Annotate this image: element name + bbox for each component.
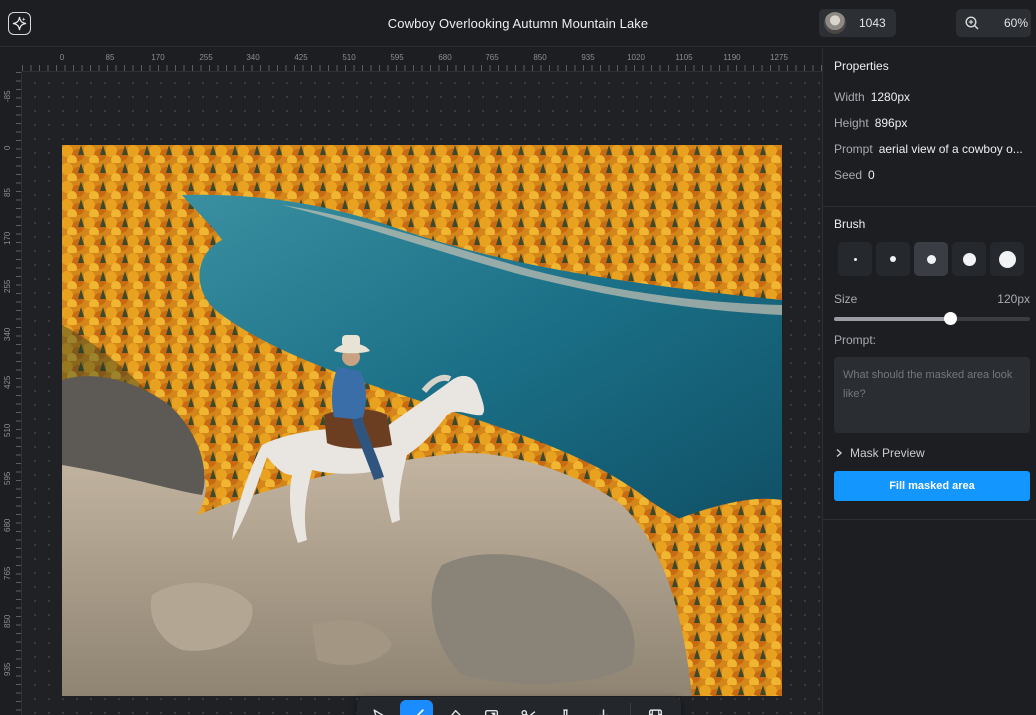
ruler-label: 1020	[627, 53, 645, 62]
prompt-field-label: Prompt:	[834, 333, 877, 347]
size-slider-thumb[interactable]	[944, 312, 957, 325]
mask-preview-toggle[interactable]: Mask Preview	[834, 446, 925, 460]
user-credits-chip[interactable]: 1043	[819, 9, 896, 37]
height-label: Height	[834, 116, 869, 130]
chevron-right-icon	[836, 448, 843, 458]
horizontal-ruler: 0 85 170 255 340 425 510 595 680 765 850…	[22, 48, 822, 72]
ruler-label: 0	[59, 53, 65, 62]
film-icon	[649, 708, 663, 715]
zoom-level: 60%	[1004, 16, 1029, 30]
ruler-label: 85	[105, 53, 115, 62]
size-slider[interactable]	[834, 317, 1030, 321]
select-icon	[373, 708, 385, 715]
ruler-label: 1275	[770, 53, 788, 62]
crop-icon	[484, 709, 498, 715]
ruler-label: 850	[533, 53, 547, 62]
eraser-icon	[450, 709, 461, 715]
credits-count: 1043	[859, 16, 886, 30]
properties-panel: Properties Width 1280px Height 896px Promp…	[822, 48, 1036, 715]
flask-icon	[563, 708, 569, 715]
ruler-label: -85	[3, 90, 12, 102]
cut-tool-button[interactable]	[512, 700, 545, 715]
size-value: 120px	[997, 292, 1030, 306]
seed-row: Seed 0	[834, 168, 875, 182]
brush-dot-icon	[926, 254, 936, 264]
ruler-label: 425	[3, 375, 12, 389]
generated-image[interactable]	[62, 145, 782, 696]
scissors-icon	[521, 709, 536, 715]
vertical-ruler: -85 0 85 170 255 340 425 510 595 680 765…	[0, 72, 22, 715]
size-label: Size	[834, 292, 858, 306]
brush-dot-icon	[998, 250, 1016, 268]
mask-prompt-input[interactable]	[834, 357, 1030, 433]
ruler-label: 680	[3, 518, 12, 532]
toolbar-divider	[630, 703, 632, 715]
ruler-label: 170	[151, 53, 165, 62]
ruler-label: 1105	[675, 53, 693, 62]
brush-tool-button[interactable]	[400, 699, 434, 715]
canvas-area[interactable]: 0 85 170 255 340 425 510 595 680 765 850…	[0, 48, 822, 715]
brush-size-l[interactable]	[952, 242, 986, 276]
fill-masked-area-button[interactable]: Fill masked area	[834, 471, 1030, 501]
ruler-label: 765	[485, 53, 499, 62]
ruler-label: 425	[294, 53, 308, 62]
ruler-label: 255	[3, 279, 12, 293]
brush-size-xl[interactable]	[990, 242, 1024, 276]
ruler-label: 595	[3, 471, 12, 485]
ruler-label: 340	[246, 53, 260, 62]
width-value: 1280px	[870, 90, 911, 104]
brush-title: Brush	[834, 217, 866, 231]
divider	[823, 206, 1036, 207]
ruler-label: 510	[342, 53, 356, 62]
ruler-label: 1190	[723, 53, 741, 62]
ruler-label: 0	[3, 145, 12, 150]
size-row: Size 120px	[834, 292, 1030, 306]
ruler-label: 595	[390, 53, 404, 62]
height-row: Height 896px	[834, 116, 907, 130]
brush-icon	[416, 708, 425, 715]
download-icon	[599, 708, 608, 715]
ruler-label: 170	[3, 231, 12, 245]
brush-size-presets	[838, 242, 1028, 276]
ruler-label: 255	[199, 53, 213, 62]
brush-size-s[interactable]	[876, 242, 910, 276]
seed-label: Seed	[834, 168, 863, 182]
select-tool-button[interactable]	[363, 700, 396, 715]
seed-value: 0	[868, 168, 875, 182]
ruler-label: 85	[3, 188, 12, 197]
brush-dot-icon	[890, 256, 896, 262]
ruler-corner	[0, 48, 22, 72]
width-row: Width 1280px	[834, 90, 910, 104]
prompt-label: Prompt	[834, 142, 873, 156]
ruler-label: 935	[581, 53, 595, 62]
crop-tool-button[interactable]	[475, 700, 508, 715]
bottom-toolbar	[357, 697, 681, 715]
prompt-row: Prompt aerial view of a cowboy o...	[834, 142, 1023, 156]
brush-size-xs[interactable]	[838, 242, 872, 276]
brush-size-m[interactable]	[914, 242, 948, 276]
mask-preview-label: Mask Preview	[850, 446, 925, 460]
film-tool-button[interactable]	[639, 700, 672, 715]
brush-dot-icon	[962, 252, 976, 266]
ruler-label: 850	[3, 614, 12, 628]
eraser-tool-button[interactable]	[438, 700, 471, 715]
prompt-field-row: Prompt:	[834, 333, 876, 347]
ruler-label: 340	[3, 327, 12, 341]
download-button[interactable]	[587, 700, 620, 715]
ruler-label: 935	[3, 662, 12, 676]
lab-tool-button[interactable]	[549, 700, 582, 715]
divider	[823, 519, 1036, 520]
properties-title: Properties	[834, 59, 889, 73]
ruler-label: 765	[3, 566, 12, 580]
ruler-label: 680	[438, 53, 452, 62]
height-value: 896px	[874, 116, 908, 130]
ruler-label: 510	[3, 423, 12, 437]
prompt-value: aerial view of a cowboy o...	[878, 142, 1023, 156]
top-bar: Cowboy Overlooking Autumn Mountain Lake …	[0, 0, 1036, 47]
zoom-control[interactable]: 60%	[956, 9, 1031, 37]
brush-dot-icon	[853, 257, 857, 261]
width-label: Width	[834, 90, 865, 104]
avatar	[824, 12, 846, 34]
zoom-in-icon	[965, 16, 979, 30]
